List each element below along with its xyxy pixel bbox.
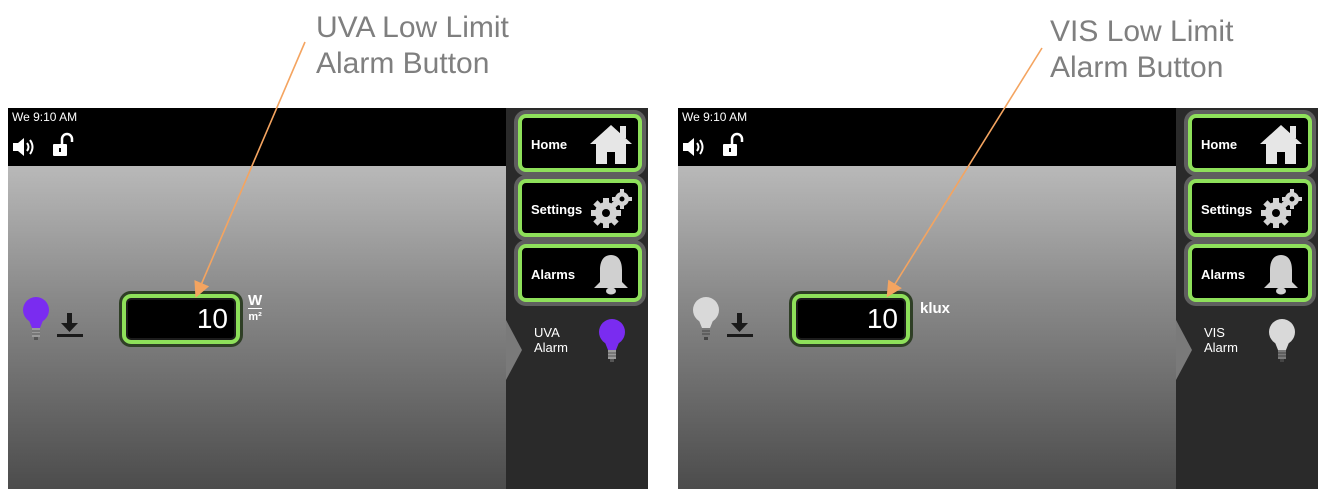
selection-pointer bbox=[506, 320, 522, 380]
bell-icon bbox=[594, 255, 628, 295]
device-screen-vis: We 9:10 AM 10 klux Home Settings Alarms … bbox=[678, 108, 1318, 489]
alarms-label: Alarms bbox=[531, 267, 576, 282]
bulb-icon bbox=[1269, 319, 1295, 362]
side-nav-panel: Home Settings bbox=[1176, 108, 1318, 489]
unit-numerator: W bbox=[248, 292, 263, 309]
side-alarm-label: VIS Alarm bbox=[1204, 325, 1238, 355]
side-alarm-line-1: VIS bbox=[1204, 325, 1225, 340]
clock: We 9:10 AM bbox=[682, 110, 748, 124]
side-alarm-line-2: Alarm bbox=[534, 340, 568, 355]
home-button[interactable]: Home bbox=[1188, 114, 1312, 172]
device-screen-uva: We 9:10 AM 10 W m² Home Settings Alarms … bbox=[8, 108, 648, 489]
home-label: Home bbox=[531, 137, 568, 152]
bulb-icon bbox=[693, 297, 719, 340]
value-display: 10 bbox=[866, 303, 898, 334]
settings-label: Settings bbox=[1201, 202, 1253, 217]
side-alarm-label: UVA Alarm bbox=[534, 325, 568, 355]
speaker-icon[interactable] bbox=[12, 136, 40, 158]
alarms-button[interactable]: Alarms bbox=[1188, 244, 1312, 302]
settings-button[interactable]: Settings bbox=[1188, 179, 1312, 237]
content-area: 10 klux bbox=[678, 166, 1176, 489]
uva-low-limit-button[interactable]: 10 bbox=[122, 294, 240, 344]
vis-low-limit-button[interactable]: 10 bbox=[792, 294, 910, 344]
selection-pointer bbox=[1176, 320, 1192, 380]
settings-button[interactable]: Settings bbox=[518, 179, 642, 237]
speaker-icon[interactable] bbox=[682, 136, 710, 158]
unit-label: klux bbox=[920, 300, 951, 317]
arrow-down-to-line-icon bbox=[727, 313, 753, 337]
unlock-icon[interactable] bbox=[722, 132, 744, 158]
annotation-uva-low-limit: UVA Low Limit Alarm Button bbox=[316, 10, 509, 82]
side-alarm-line-2: Alarm bbox=[1204, 340, 1238, 355]
side-alarm-line-1: UVA bbox=[534, 325, 560, 340]
gear-icon bbox=[591, 189, 632, 228]
bulb-icon bbox=[599, 319, 625, 362]
alarms-label: Alarms bbox=[1201, 267, 1246, 282]
bell-icon bbox=[1264, 255, 1298, 295]
unit-denominator: m² bbox=[248, 308, 263, 324]
annotation-line-1: VIS Low Limit bbox=[1050, 15, 1234, 48]
content-area: 10 W m² bbox=[8, 166, 506, 489]
unit-label: W m² bbox=[248, 292, 263, 324]
home-label: Home bbox=[1201, 137, 1238, 152]
home-button[interactable]: Home bbox=[518, 114, 642, 172]
status-bar: We 9:10 AM bbox=[8, 108, 506, 166]
unlock-icon[interactable] bbox=[52, 132, 74, 158]
status-bar: We 9:10 AM bbox=[678, 108, 1176, 166]
arrow-down-to-line-icon bbox=[57, 313, 83, 337]
side-nav-panel: Home Settings bbox=[506, 108, 648, 489]
house-icon bbox=[1260, 125, 1302, 164]
value-display: 10 bbox=[196, 303, 228, 334]
gear-icon bbox=[1261, 189, 1302, 228]
clock: We 9:10 AM bbox=[12, 110, 78, 124]
house-icon bbox=[590, 125, 632, 164]
annotation-line-2: Alarm Button bbox=[1050, 51, 1224, 84]
annotation-line-1: UVA Low Limit bbox=[316, 11, 509, 44]
bulb-icon bbox=[23, 297, 49, 340]
annotation-vis-low-limit: VIS Low Limit Alarm Button bbox=[1050, 14, 1233, 86]
settings-label: Settings bbox=[531, 202, 583, 217]
annotation-line-2: Alarm Button bbox=[316, 47, 490, 80]
alarms-button[interactable]: Alarms bbox=[518, 244, 642, 302]
